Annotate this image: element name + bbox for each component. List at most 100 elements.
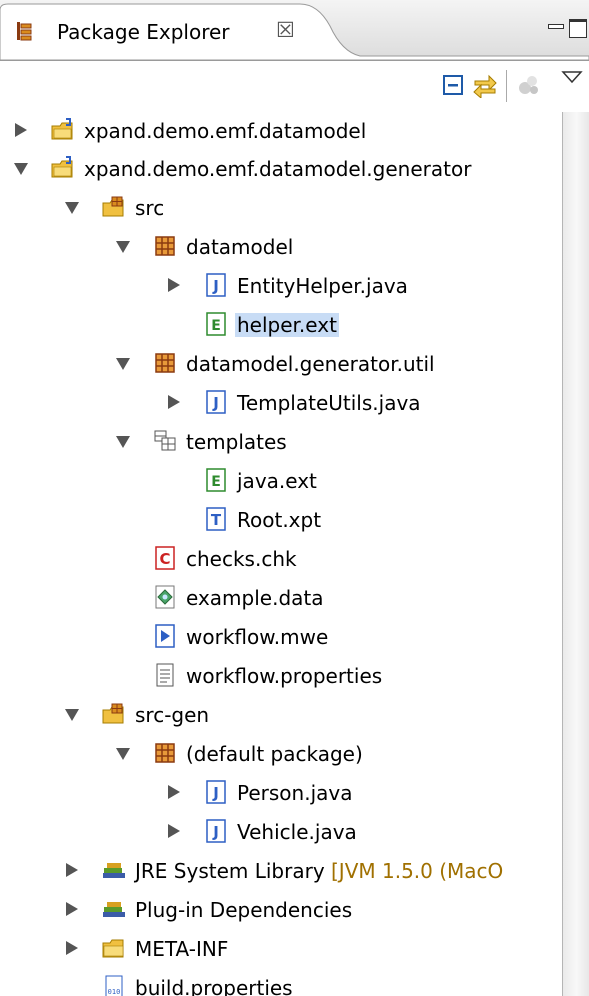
expanded-triangle-icon[interactable]: [114, 744, 132, 762]
close-view-icon[interactable]: ☒: [276, 18, 295, 42]
tree-item-label: build.properties: [135, 976, 293, 996]
tree-item-decoration: [JVM 1.5.0 (MacO: [331, 859, 504, 883]
package-explorer-icon: [14, 21, 34, 41]
view-tab-bar: Package Explorer ☒: [0, 0, 589, 61]
tree-item[interactable]: Cchecks.chk: [0, 540, 560, 578]
tree-item[interactable]: xpand.demo.emf.datamodel.generator: [0, 150, 560, 188]
check-file-icon: C: [152, 545, 178, 571]
tree-item-label: JRE System Library: [135, 859, 325, 883]
tree-item[interactable]: J EntityHelper.java: [0, 267, 560, 305]
ext-file-icon: E: [203, 311, 229, 337]
tree-item[interactable]: META-INF: [0, 930, 560, 968]
filters-icon[interactable]: [516, 72, 542, 98]
tree-item-label: src-gen: [135, 703, 210, 727]
expanded-triangle-icon[interactable]: [63, 705, 81, 723]
package-icon: [152, 233, 178, 259]
tree-item[interactable]: T Root.xpt: [0, 501, 560, 539]
folder-icon: [101, 935, 127, 961]
tree-item-label: workflow.mwe: [186, 625, 329, 649]
tree-item[interactable]: datamodel.generator.util: [0, 345, 560, 383]
project-icon: [50, 155, 76, 181]
tree-item[interactable]: workflow.mwe: [0, 618, 560, 656]
package-explorer-view: Package Explorer ☒ xpand.demo.emf.datamo…: [0, 0, 589, 996]
svg-text:E: E: [211, 318, 221, 334]
svg-text:J: J: [212, 394, 219, 412]
svg-text:J: J: [212, 784, 219, 802]
tree-item-label: checks.chk: [186, 547, 297, 571]
tree-item-label: (default package): [186, 742, 363, 766]
expanded-triangle-icon[interactable]: [12, 159, 30, 177]
binary-properties-icon: 010: [101, 974, 127, 996]
tree-item[interactable]: J Person.java: [0, 774, 560, 812]
toolbar-separator: [506, 70, 507, 102]
tree-item-label: EntityHelper.java: [237, 274, 408, 298]
minimize-view-button[interactable]: [548, 24, 564, 29]
tree-item-label: META-INF: [135, 937, 229, 961]
tree-item-label: helper.ext: [235, 313, 339, 337]
svg-text:C: C: [159, 550, 170, 568]
view-menu-icon[interactable]: [560, 69, 584, 85]
view-toolbar: [0, 61, 589, 111]
template-file-icon: T: [203, 506, 229, 532]
tree-item-label: datamodel.generator.util: [186, 352, 435, 376]
library-icon: [101, 896, 127, 922]
java-file-icon: J: [203, 389, 229, 415]
svg-text:J: J: [212, 277, 219, 295]
tree-item[interactable]: Ejava.ext: [0, 462, 560, 500]
tree-item[interactable]: JRE System Library [JVM 1.5.0 (MacO: [0, 852, 560, 890]
expanded-triangle-icon[interactable]: [63, 198, 81, 216]
java-file-icon: J: [203, 818, 229, 844]
link-with-editor-icon[interactable]: [472, 72, 498, 100]
tree-item[interactable]: Ehelper.ext: [0, 306, 560, 344]
expanded-triangle-icon[interactable]: [114, 237, 132, 255]
tree-item[interactable]: 010 build.properties: [0, 969, 560, 996]
project-icon: [50, 117, 76, 143]
svg-text:T: T: [211, 511, 222, 529]
tree-item[interactable]: templates: [0, 423, 560, 461]
maximize-view-button[interactable]: [569, 19, 587, 38]
collapsed-triangle-icon[interactable]: [63, 861, 81, 879]
expanded-triangle-icon[interactable]: [114, 432, 132, 450]
package-icon: [152, 350, 178, 376]
tree-item-label: xpand.demo.emf.datamodel.generator: [84, 157, 472, 181]
svg-text:J: J: [212, 823, 219, 841]
tree-item-label: Plug-in Dependencies: [135, 898, 353, 922]
tree-item-label: datamodel: [186, 235, 294, 259]
vertical-scrollbar[interactable]: [562, 112, 589, 996]
java-file-icon: J: [203, 779, 229, 805]
svg-text:E: E: [211, 474, 221, 490]
collapsed-triangle-icon[interactable]: [165, 276, 183, 294]
tree-item[interactable]: workflow.properties: [0, 657, 560, 695]
tree-item[interactable]: J Vehicle.java: [0, 813, 560, 851]
tree-item[interactable]: src: [0, 189, 560, 227]
tree-item[interactable]: J TemplateUtils.java: [0, 384, 560, 422]
tree-item[interactable]: example.data: [0, 579, 560, 617]
tree-item-label: templates: [186, 430, 287, 454]
expanded-triangle-icon[interactable]: [114, 354, 132, 372]
collapsed-triangle-icon[interactable]: [12, 121, 30, 139]
package-icon: [152, 740, 178, 766]
tree-item[interactable]: src-gen: [0, 696, 560, 734]
project-tree[interactable]: xpand.demo.emf.datamodel xpand.demo.emf.d…: [0, 112, 560, 996]
tree-item[interactable]: (default package): [0, 735, 560, 773]
java-file-icon: J: [203, 272, 229, 298]
tree-item-label: src: [135, 196, 165, 220]
properties-file-icon: [152, 662, 178, 688]
tree-item-label: workflow.properties: [186, 664, 383, 688]
view-title[interactable]: Package Explorer: [57, 20, 230, 44]
tree-item-label: Root.xpt: [237, 508, 322, 532]
collapsed-triangle-icon[interactable]: [63, 900, 81, 918]
collapse-all-icon[interactable]: [440, 72, 466, 98]
tree-item[interactable]: Plug-in Dependencies: [0, 891, 560, 929]
svg-text:010: 010: [108, 988, 121, 996]
collapsed-triangle-icon[interactable]: [165, 393, 183, 411]
collapsed-triangle-icon[interactable]: [165, 783, 183, 801]
collapsed-triangle-icon[interactable]: [165, 822, 183, 840]
tree-item[interactable]: datamodel: [0, 228, 560, 266]
ext-file-icon: E: [203, 467, 229, 493]
collapsed-triangle-icon[interactable]: [63, 939, 81, 957]
tree-item-label: Vehicle.java: [237, 820, 357, 844]
tree-item[interactable]: xpand.demo.emf.datamodel: [0, 112, 560, 150]
workflow-file-icon: [152, 623, 178, 649]
tree-item-label: java.ext: [237, 469, 317, 493]
